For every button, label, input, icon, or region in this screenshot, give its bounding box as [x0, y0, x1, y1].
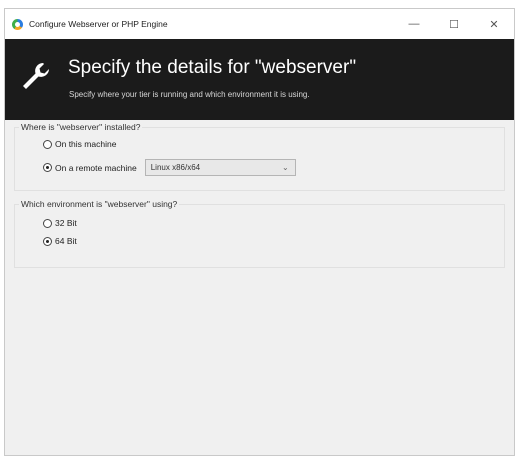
- radio-label: 64 Bit: [55, 236, 77, 246]
- radio-label: On a remote machine: [55, 162, 137, 173]
- radio-button[interactable]: [43, 236, 52, 246]
- close-button[interactable]: ✕: [474, 9, 514, 39]
- app-logo-icon: [12, 18, 23, 30]
- wrench-icon: [23, 63, 49, 89]
- radio-32-bit[interactable]: 32 Bit: [43, 218, 77, 228]
- radio-button[interactable]: [43, 139, 52, 149]
- page-title: Specify the details for "webserver": [68, 57, 357, 78]
- install-location-group: Where is "webserver" installed? On this …: [14, 122, 505, 191]
- install-location-label: Where is "webserver" installed?: [19, 122, 143, 132]
- title-bar[interactable]: Configure Webserver or PHP Engine — ☐ ✕: [5, 9, 514, 39]
- radio-label: 32 Bit: [55, 218, 77, 228]
- radio-label: On this machine: [55, 139, 117, 149]
- window-controls: — ☐ ✕: [394, 9, 514, 39]
- window-title: Configure Webserver or PHP Engine: [29, 19, 168, 29]
- radio-this-machine[interactable]: On this machine: [43, 139, 116, 149]
- remote-platform-select[interactable]: Linux x86/x64 ⌄: [144, 159, 296, 176]
- chevron-down-icon: ⌄: [282, 163, 289, 172]
- radio-button[interactable]: [43, 218, 52, 228]
- dialog-content: Where is "webserver" installed? On this …: [5, 120, 514, 455]
- environment-group: Which environment is "webserver" using? …: [14, 199, 505, 268]
- select-value: Linux x86/x64: [150, 163, 201, 172]
- minimize-button[interactable]: —: [394, 9, 434, 39]
- header-banner: Specify the details for "webserver" Spec…: [5, 39, 514, 120]
- maximize-button[interactable]: ☐: [434, 9, 474, 39]
- radio-64-bit[interactable]: 64 Bit: [43, 236, 77, 246]
- configure-dialog: Configure Webserver or PHP Engine — ☐ ✕ …: [4, 8, 515, 456]
- environment-label: Which environment is "webserver" using?: [19, 199, 180, 209]
- radio-button[interactable]: [43, 163, 52, 172]
- radio-remote-machine[interactable]: On a remote machine Linux x86/x64 ⌄: [43, 159, 296, 176]
- page-subtitle: Specify where your tier is running and w…: [69, 90, 310, 99]
